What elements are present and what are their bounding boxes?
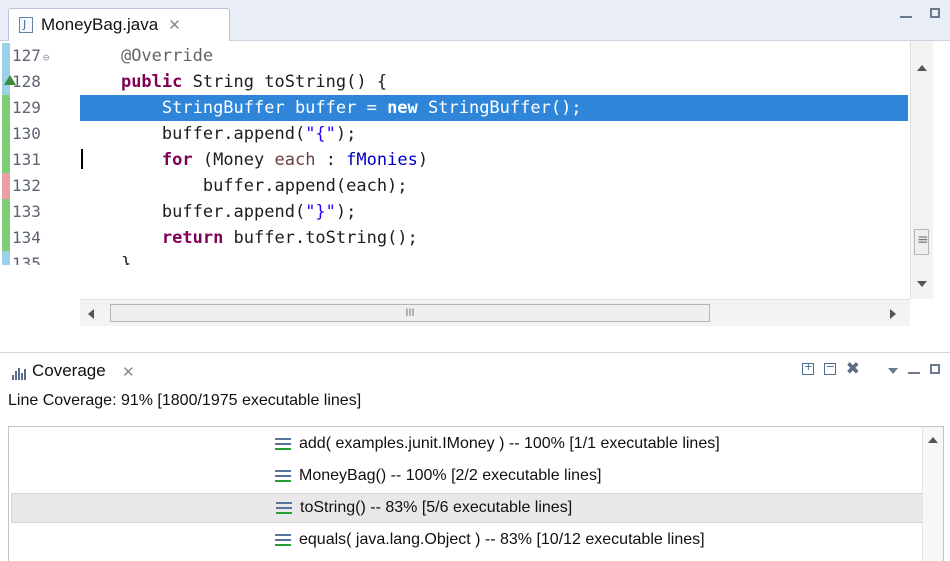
code-line: buffer.append("{"); <box>161 124 357 144</box>
code-line: buffer.append("}"); <box>161 202 357 222</box>
method-icon <box>276 502 292 514</box>
code-line: buffer.append(each); <box>202 176 408 196</box>
tree-row-add[interactable]: add( examples.junit.IMoney ) -- 100% [1/… <box>11 429 925 459</box>
line-number: 133 <box>12 202 41 221</box>
method-icon <box>275 470 291 482</box>
coverage-tree[interactable]: add( examples.junit.IMoney ) -- 100% [1/… <box>8 426 944 561</box>
scroll-right-arrow-icon[interactable] <box>890 309 896 319</box>
coverage-toolbar: ✖ <box>801 359 940 379</box>
coverage-marker <box>2 43 10 69</box>
line-number: 129 <box>12 98 41 117</box>
text-caret <box>81 149 83 169</box>
line-number: 128 <box>4 69 41 95</box>
tab-coverage[interactable]: Coverage <box>32 361 106 381</box>
coverage-marker <box>2 199 10 225</box>
tree-row-tostring-selected[interactable]: toString() -- 83% [5/6 executable lines] <box>11 493 925 523</box>
line-number: 131 <box>12 150 41 169</box>
remove-session-icon[interactable]: ✖ <box>846 359 860 379</box>
fold-icon[interactable]: ⊖ <box>43 51 50 64</box>
view-menu-icon[interactable] <box>888 367 898 374</box>
tab-label: MoneyBag.java <box>41 15 159 34</box>
horizontal-scroll-thumb[interactable]: III <box>110 304 710 322</box>
code-editor[interactable]: 127 ⊖ 128 129 130 131 132 133 134 135 @Ov… <box>0 41 950 326</box>
scroll-up-arrow-icon[interactable] <box>917 65 927 71</box>
code-area[interactable]: @Override public String toString() { Str… <box>80 41 908 311</box>
method-icon <box>275 438 291 450</box>
coverage-marker <box>2 121 10 147</box>
collapse-all-icon[interactable] <box>823 360 836 375</box>
line-number: 134 <box>12 228 41 247</box>
expand-all-icon[interactable] <box>801 360 814 375</box>
editor-tab-bar: MoneyBag.java ✕ <box>0 0 950 41</box>
override-marker-icon[interactable] <box>4 75 16 85</box>
maximize-icon[interactable] <box>930 8 940 18</box>
editor-window-controls <box>900 8 940 18</box>
scroll-down-arrow-icon[interactable] <box>917 281 927 287</box>
line-number-gutter: 127 ⊖ 128 129 130 131 132 133 134 135 <box>4 41 80 311</box>
coverage-marker <box>2 147 10 173</box>
close-icon[interactable]: ✕ <box>122 363 135 381</box>
maximize-icon[interactable] <box>930 364 940 374</box>
editor-horizontal-scrollbar[interactable]: III <box>80 299 910 326</box>
line-coverage-summary: Line Coverage: 91% [1800/1975 executable… <box>8 392 362 409</box>
tree-row-equals[interactable]: equals( java.lang.Object ) -- 83% [10/12… <box>11 525 925 555</box>
scroll-up-arrow-icon[interactable] <box>928 437 938 443</box>
minimize-icon[interactable] <box>900 8 912 18</box>
close-icon[interactable]: ✕ <box>168 16 181 34</box>
coverage-marker <box>2 173 10 199</box>
tree-row-moneybag[interactable]: MoneyBag() -- 100% [2/2 executable lines… <box>11 461 925 491</box>
tab-moneybag-java[interactable]: MoneyBag.java ✕ <box>8 8 230 41</box>
scroll-thumb[interactable] <box>914 229 929 255</box>
code-line: return buffer.toString(); <box>161 228 418 248</box>
coverage-marker <box>2 225 10 251</box>
method-icon <box>275 534 291 546</box>
code-line: public String toString() { <box>120 72 388 92</box>
coverage-view-tab-bar: Coverage ✕ ✖ <box>0 352 950 389</box>
line-number: 132 <box>12 176 41 195</box>
coverage-chart-icon <box>12 368 26 380</box>
editor-vertical-scrollbar[interactable] <box>910 41 933 299</box>
selected-code-line: StringBuffer buffer = new StringBuffer()… <box>80 95 908 121</box>
code-line: for (Money each : fMonies) <box>161 150 429 170</box>
line-number: 127 ⊖ <box>12 46 50 65</box>
code-line: } <box>120 254 132 265</box>
minimize-icon[interactable] <box>908 364 920 374</box>
coverage-marker <box>2 95 10 121</box>
line-number: 130 <box>12 124 41 143</box>
code-line: @Override <box>120 46 214 66</box>
coverage-marker <box>2 251 10 265</box>
tree-vertical-scrollbar[interactable] <box>922 427 943 561</box>
java-file-icon <box>19 17 33 33</box>
scroll-left-arrow-icon[interactable] <box>88 309 94 319</box>
line-number: 135 <box>12 254 41 265</box>
